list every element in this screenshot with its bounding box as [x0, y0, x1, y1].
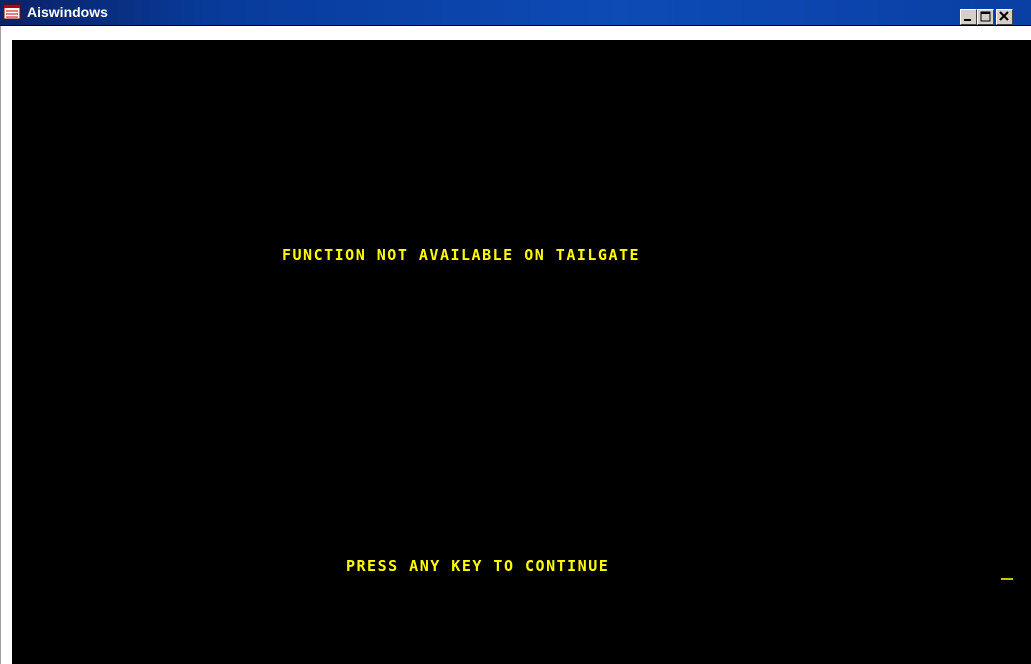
error-message: FUNCTION NOT AVAILABLE ON TAILGATE: [282, 246, 641, 264]
minimize-button[interactable]: [960, 9, 977, 25]
window-title: Aiswindows: [27, 4, 108, 20]
maximize-icon: [980, 11, 991, 22]
console-top-margin: [12, 26, 1031, 40]
app-window: Aiswindows FUNCTION NOT AVAILABLE ON TAI…: [0, 0, 1031, 664]
close-icon: [999, 11, 1009, 21]
title-bar[interactable]: Aiswindows: [0, 0, 1031, 26]
app-window-icon[interactable]: [3, 3, 21, 21]
continue-prompt: PRESS ANY KEY TO CONTINUE: [346, 557, 610, 575]
text-cursor: [1001, 578, 1013, 580]
maximize-button[interactable]: [977, 9, 994, 25]
close-button[interactable]: [996, 9, 1013, 25]
minimize-icon: [964, 19, 971, 21]
window-left-border: [0, 26, 12, 664]
